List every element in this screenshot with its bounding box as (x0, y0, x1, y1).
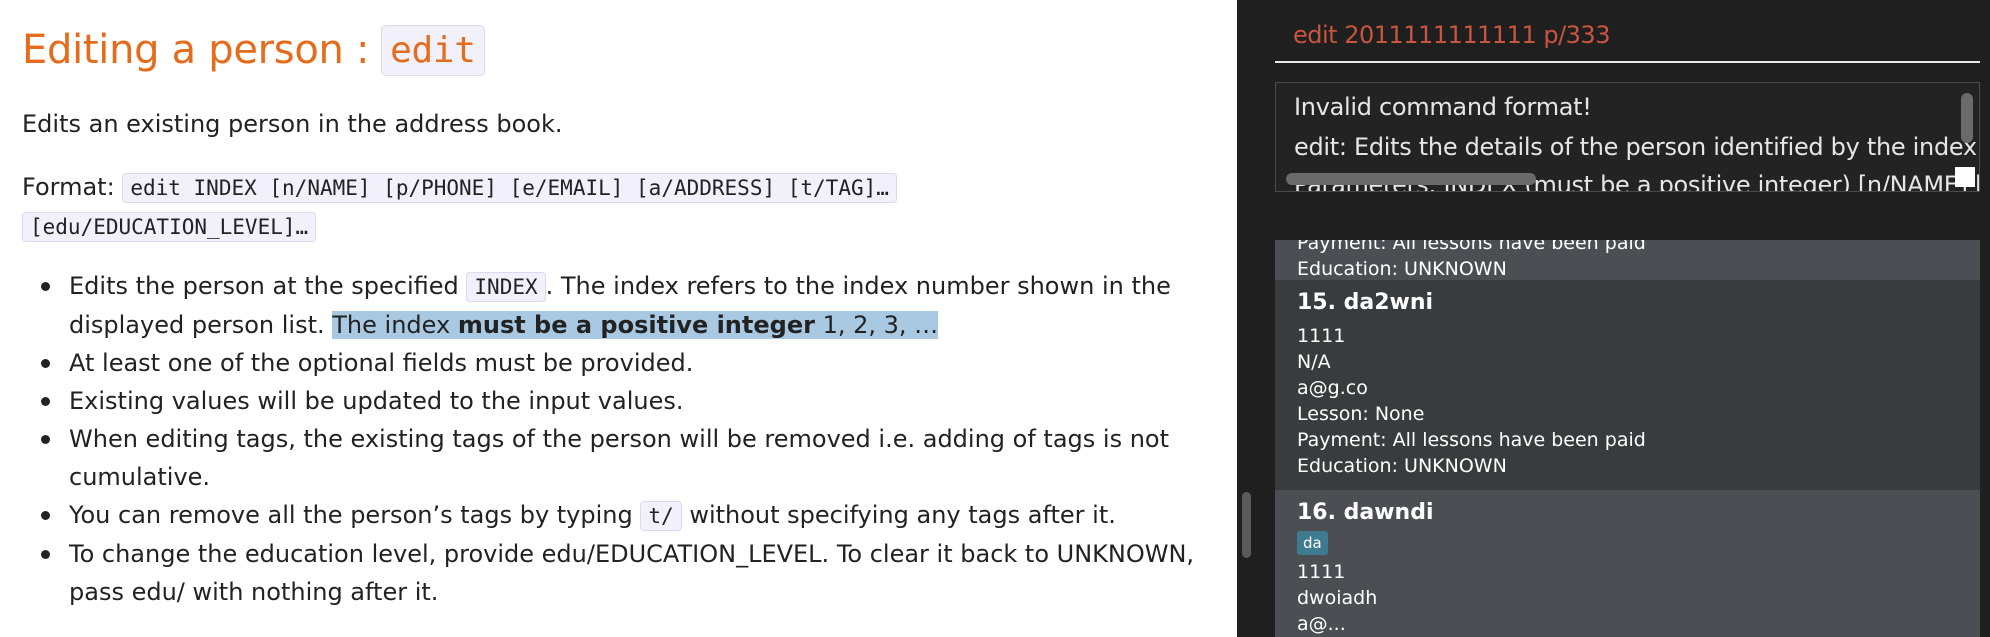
hl-pre: The index (332, 311, 451, 339)
result-line: edit: Edits the details of the person id… (1294, 133, 1980, 161)
card-education: Education: UNKNOWN (1297, 455, 1507, 477)
card-payment: Payment: All lessons have been paid (1297, 429, 1646, 451)
result-line: Invalid command format! (1294, 93, 1592, 121)
card-title: 16. dawndi (1297, 500, 1434, 525)
command-input[interactable] (1275, 8, 1980, 61)
card-tag: da (1297, 531, 1328, 555)
card-education: Education: UNKNOWN (1297, 258, 1507, 280)
heading-text: Editing a person : (22, 27, 370, 73)
selected-text[interactable]: The index must be a positive integer 1, … (332, 311, 939, 339)
person-card[interactable]: Payment: All lessons have been paid Educ… (1275, 240, 1980, 280)
list-item: To change the education level, provide e… (22, 535, 1202, 611)
bullet-1-pre: Edits the person at the specified (69, 272, 459, 300)
rules-list: Edits the person at the specified INDEX.… (22, 267, 1202, 611)
card-phone: 1111 (1297, 325, 1346, 347)
bullet-5-pre: You can remove all the person’s tags by … (69, 501, 633, 529)
card-email: a@... (1297, 613, 1346, 635)
user-guide-document: Editing a person : edit Edits an existin… (0, 0, 1237, 637)
format-line: Format: edit INDEX [n/NAME] [p/PHONE] [e… (22, 168, 1022, 246)
intro-text: Edits an existing person in the address … (22, 110, 563, 138)
bullet-1-mid: . The index refers to the index number s… (545, 272, 1171, 300)
card-title: 15. da2wni (1297, 290, 1434, 315)
card-lesson: Lesson: None (1297, 403, 1425, 425)
hl-post: 1, 2, 3, … (822, 311, 939, 339)
result-horizontal-scrollbar[interactable] (1286, 173, 1536, 185)
list-item: Existing values will be updated to the i… (22, 382, 1202, 420)
format-label: Format: (22, 173, 115, 201)
window-scrollbar[interactable] (1237, 0, 1256, 637)
bullet-1-line2: displayed person list. (69, 311, 325, 339)
result-display[interactable]: Invalid command format! edit: Edits the … (1275, 82, 1980, 192)
bullet-5-post: without specifying any tags after it. (689, 501, 1116, 529)
person-list[interactable]: Payment: All lessons have been paid Educ… (1275, 240, 1980, 637)
app-window: Invalid command format! edit: Edits the … (1237, 0, 1990, 637)
person-card[interactable]: 15. da2wni 1111 N/A a@g.co Lesson: None … (1275, 280, 1980, 490)
list-scrollbar[interactable] (1980, 240, 1990, 637)
card-phone: 1111 (1297, 561, 1346, 583)
window-scrollbar-thumb[interactable] (1242, 492, 1251, 558)
card-address: dwoiadh (1297, 587, 1378, 609)
heading-command-code: edit (381, 24, 485, 76)
card-address: N/A (1297, 351, 1331, 373)
person-card[interactable]: 16. dawndi da 1111 dwoiadh a@... (1275, 490, 1980, 637)
card-email: a@g.co (1297, 377, 1368, 399)
hl-bold: must be a positive integer (457, 311, 815, 339)
result-vertical-scrollbar[interactable] (1961, 93, 1973, 143)
format-code: edit INDEX [n/NAME] [p/PHONE] [e/EMAIL] … (122, 173, 897, 203)
list-item: At least one of the optional fields must… (22, 344, 1202, 382)
card-payment: Payment: All lessons have been paid (1297, 240, 1646, 254)
command-box[interactable] (1275, 8, 1980, 63)
tag-prefix-code: t/ (640, 501, 682, 531)
format-code-continued: [edu/EDUCATION_LEVEL]… (22, 212, 317, 242)
list-item: Edits the person at the specified INDEX.… (22, 267, 1202, 344)
list-item: You can remove all the person’s tags by … (22, 496, 1202, 535)
list-item: When editing tags, the existing tags of … (22, 420, 1202, 496)
index-code: INDEX (466, 272, 546, 302)
scrollbar-corner (1955, 167, 1975, 187)
section-heading: Editing a person : edit (22, 22, 485, 78)
